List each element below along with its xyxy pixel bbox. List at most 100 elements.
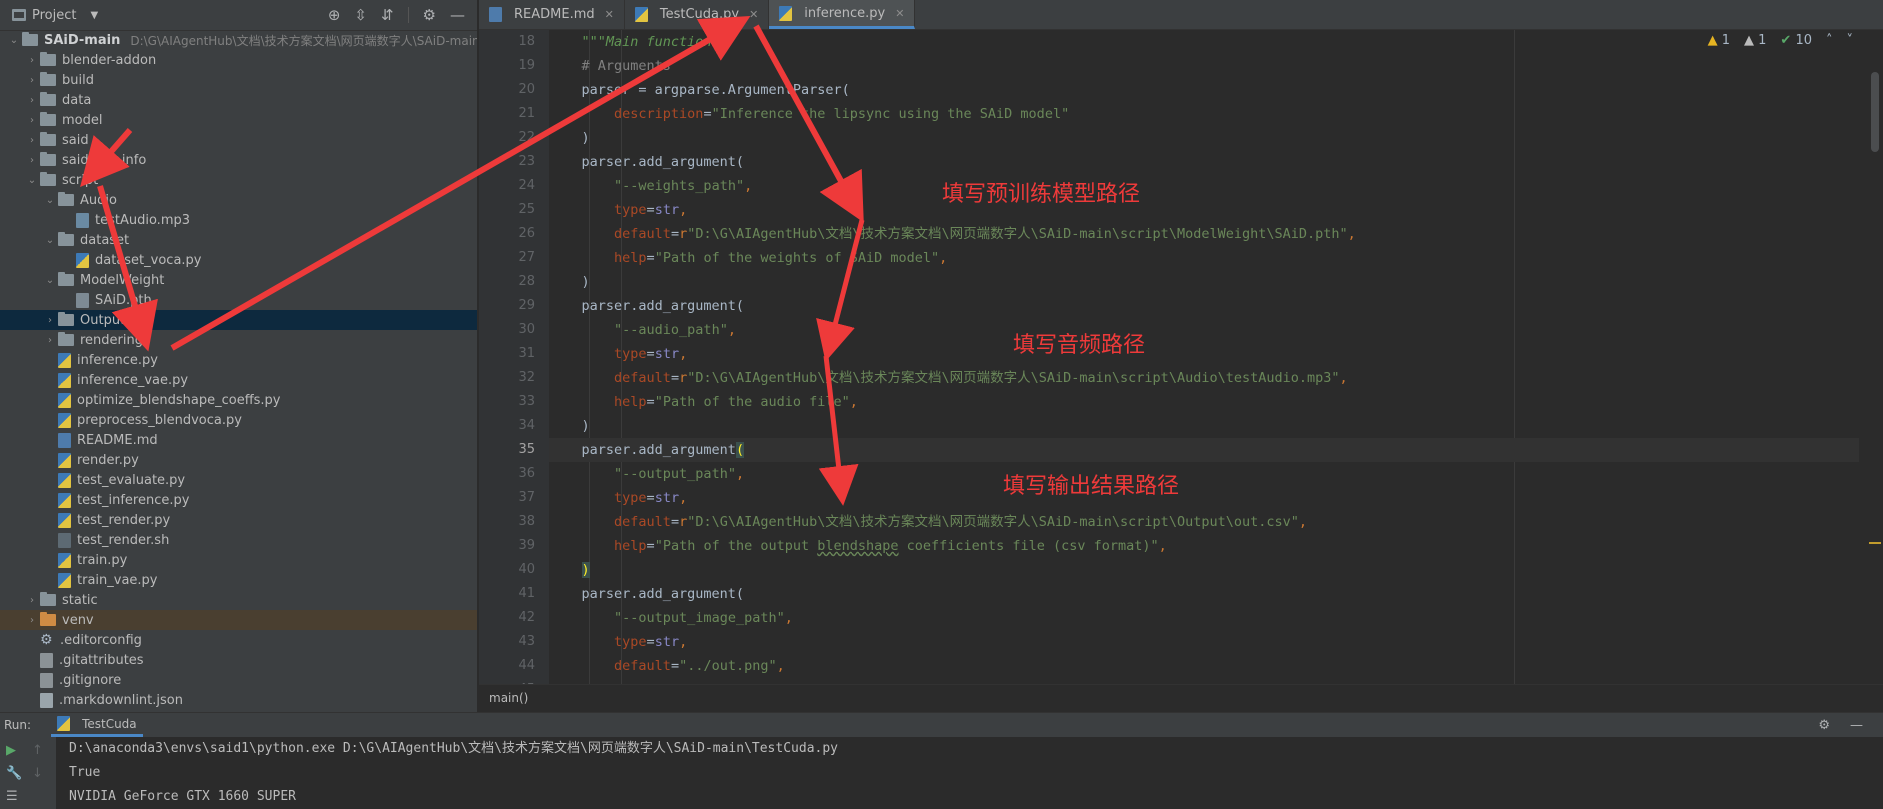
code-line[interactable]: ) bbox=[549, 126, 1859, 150]
tree-item[interactable]: › model bbox=[0, 110, 477, 130]
tree-item[interactable]: .gitattributes bbox=[0, 650, 477, 670]
chevron-right-icon[interactable]: › bbox=[24, 95, 40, 106]
code-editor[interactable]: """Main function""" # Arguments parser =… bbox=[549, 30, 1859, 684]
tree-item[interactable]: testAudio.mp3 bbox=[0, 210, 477, 230]
code-line[interactable]: type=str, bbox=[549, 630, 1859, 654]
tab-readme[interactable]: README.md ✕ bbox=[479, 0, 625, 29]
tree-item[interactable]: test_render.sh bbox=[0, 530, 477, 550]
tree-item[interactable]: .markdownlint.json bbox=[0, 690, 477, 710]
close-icon[interactable]: ✕ bbox=[895, 7, 904, 20]
code-line[interactable]: "--output_image_path", bbox=[549, 606, 1859, 630]
chevron-right-icon[interactable]: › bbox=[24, 75, 40, 86]
code-line[interactable]: parser.add_argument( bbox=[549, 582, 1859, 606]
tree-item[interactable]: › blender-addon bbox=[0, 50, 477, 70]
close-icon[interactable]: ✕ bbox=[605, 8, 614, 21]
code-line[interactable]: help="Path of the output blendshape coef… bbox=[549, 534, 1859, 558]
tree-item[interactable]: ⌄ Audio bbox=[0, 190, 477, 210]
code-line[interactable]: description="Inference the lipsync using… bbox=[549, 102, 1859, 126]
tree-item[interactable]: test_render.py bbox=[0, 510, 477, 530]
editor-scrollbar[interactable] bbox=[1871, 72, 1879, 152]
locate-file-icon[interactable]: ⊕ bbox=[328, 6, 341, 24]
tree-item[interactable]: › Output bbox=[0, 310, 477, 330]
tree-item[interactable]: ⌄ ModelWeight bbox=[0, 270, 477, 290]
code-line[interactable]: ) bbox=[549, 414, 1859, 438]
code-line[interactable]: ) bbox=[549, 558, 1859, 582]
code-line[interactable]: "--output_path", bbox=[549, 462, 1859, 486]
chevron-down-icon[interactable]: ⌄ bbox=[24, 175, 40, 186]
tree-item[interactable]: test_evaluate.py bbox=[0, 470, 477, 490]
warning-stripe-marker[interactable] bbox=[1869, 542, 1881, 544]
tab-testcuda[interactable]: TestCuda.py ✕ bbox=[625, 0, 770, 29]
warning-count[interactable]: ▲ 1 bbox=[1708, 33, 1730, 48]
tree-item[interactable]: dataset_voca.py bbox=[0, 250, 477, 270]
inspection-widget[interactable]: ▲ 1 ▲ 1 ✔ 10 ˄ ˅ bbox=[1708, 33, 1853, 48]
hide-panel-icon[interactable]: — bbox=[450, 6, 465, 24]
code-line[interactable]: parser = argparse.ArgumentParser( bbox=[549, 78, 1859, 102]
arrow-down-icon[interactable]: ↓ bbox=[32, 766, 43, 781]
chevron-down-icon[interactable]: ⌄ bbox=[6, 35, 22, 46]
tree-item[interactable]: › said.egg-info bbox=[0, 150, 477, 170]
collapse-all-icon[interactable]: ⇵ bbox=[381, 6, 394, 24]
code-line[interactable]: parser.add_argument( bbox=[549, 294, 1859, 318]
wrench-icon[interactable]: 🔧 bbox=[6, 766, 22, 781]
code-line[interactable]: "--audio_path", bbox=[549, 318, 1859, 342]
code-line[interactable]: ) bbox=[549, 270, 1859, 294]
tree-item[interactable]: › data bbox=[0, 90, 477, 110]
chevron-up-icon[interactable]: ˄ bbox=[1826, 33, 1833, 48]
tree-item[interactable]: › rendering bbox=[0, 330, 477, 350]
tree-item[interactable]: .gitignore bbox=[0, 670, 477, 690]
layout-icon[interactable]: ☰ bbox=[6, 789, 18, 804]
tree-item[interactable]: ⌄ script bbox=[0, 170, 477, 190]
chevron-down-icon[interactable]: ⌄ bbox=[42, 195, 58, 206]
code-line[interactable]: default="../out.png", bbox=[549, 654, 1859, 678]
tree-item[interactable]: ⌄ dataset bbox=[0, 230, 477, 250]
ok-count[interactable]: ✔ 10 bbox=[1780, 33, 1812, 48]
code-line[interactable]: default=r"D:\G\AIAgentHub\文档\技术方案文档\网页端数… bbox=[549, 366, 1859, 390]
tree-item[interactable]: › venv bbox=[0, 610, 477, 630]
tree-item[interactable]: › build bbox=[0, 70, 477, 90]
code-line[interactable]: # Arguments bbox=[549, 54, 1859, 78]
arrow-up-icon[interactable]: ↑ bbox=[32, 743, 43, 758]
code-line[interactable]: type=str, bbox=[549, 342, 1859, 366]
code-line[interactable]: "--weights_path", bbox=[549, 174, 1859, 198]
tree-item[interactable]: ⚙ .editorconfig bbox=[0, 630, 477, 650]
tree-item[interactable]: inference_vae.py bbox=[0, 370, 477, 390]
tree-item[interactable]: ⌄ SAiD-main D:\G\AIAgentHub\文档\技术方案文档\网页端数… bbox=[0, 30, 477, 50]
tree-item[interactable]: render.py bbox=[0, 450, 477, 470]
chevron-right-icon[interactable]: › bbox=[24, 155, 40, 166]
chevron-down-icon[interactable]: ⌄ bbox=[42, 275, 58, 286]
tree-item[interactable]: preprocess_blendvoca.py bbox=[0, 410, 477, 430]
hide-panel-icon[interactable]: — bbox=[1850, 718, 1863, 733]
code-line[interactable]: default=r"D:\G\AIAgentHub\文档\技术方案文档\网页端数… bbox=[549, 510, 1859, 534]
tree-item[interactable]: inference.py bbox=[0, 350, 477, 370]
code-line[interactable]: default=r"D:\G\AIAgentHub\文档\技术方案文档\网页端数… bbox=[549, 222, 1859, 246]
tree-item[interactable]: train_vae.py bbox=[0, 570, 477, 590]
project-view-selector[interactable]: Project ▼ bbox=[12, 8, 98, 23]
weak-warning-count[interactable]: ▲ 1 bbox=[1744, 33, 1766, 48]
run-tab-testcuda[interactable]: TestCuda bbox=[51, 713, 143, 737]
tree-item[interactable]: optimize_blendshape_coeffs.py bbox=[0, 390, 477, 410]
tree-item[interactable]: test_inference.py bbox=[0, 490, 477, 510]
chevron-right-icon[interactable]: › bbox=[24, 615, 40, 626]
tree-item[interactable]: SAiD.pth bbox=[0, 290, 477, 310]
breadcrumb-item[interactable]: main() bbox=[489, 691, 528, 705]
code-line[interactable]: parser.add_argument( bbox=[549, 438, 1859, 462]
tree-item[interactable]: train.py bbox=[0, 550, 477, 570]
code-line[interactable]: """Main function""" bbox=[549, 30, 1859, 54]
gear-icon[interactable]: ⚙ bbox=[1818, 718, 1830, 733]
code-line[interactable]: type=str, bbox=[549, 486, 1859, 510]
tree-item[interactable]: README.md bbox=[0, 430, 477, 450]
tree-item[interactable]: › static bbox=[0, 590, 477, 610]
chevron-down-icon[interactable]: ˅ bbox=[1847, 33, 1854, 48]
chevron-right-icon[interactable]: › bbox=[24, 55, 40, 66]
expand-all-icon[interactable]: ⇳ bbox=[354, 6, 367, 24]
chevron-right-icon[interactable]: › bbox=[24, 135, 40, 146]
run-icon[interactable]: ▶ bbox=[6, 743, 16, 758]
code-line[interactable]: help="Path of the weights of SAiD model"… bbox=[549, 246, 1859, 270]
close-icon[interactable]: ✕ bbox=[749, 8, 758, 21]
chevron-down-icon[interactable]: ⌄ bbox=[42, 235, 58, 246]
chevron-right-icon[interactable]: › bbox=[24, 115, 40, 126]
tab-inference[interactable]: inference.py ✕ bbox=[769, 0, 916, 29]
code-line[interactable]: type=str, bbox=[549, 198, 1859, 222]
chevron-right-icon[interactable]: › bbox=[42, 335, 58, 346]
